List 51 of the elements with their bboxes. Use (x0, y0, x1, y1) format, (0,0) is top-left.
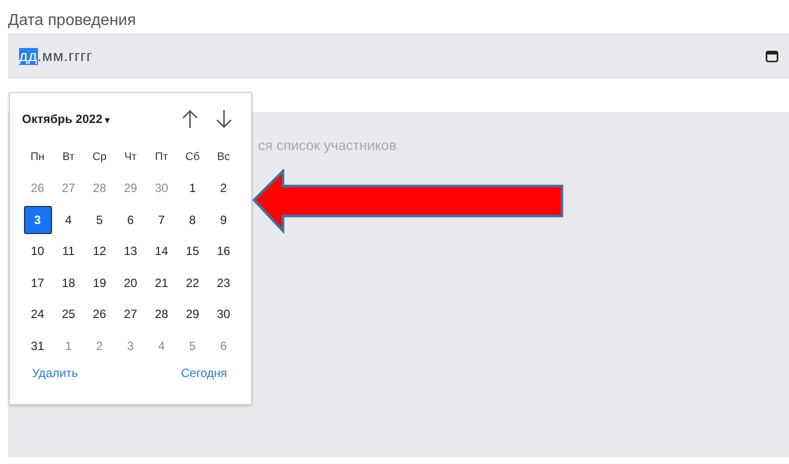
calendar-day[interactable]: 13 (116, 237, 144, 266)
date-segment[interactable]: дд (19, 48, 38, 64)
placeholder-text: ся список участников (258, 137, 396, 153)
down-arrow-icon (215, 109, 233, 129)
calendar-day[interactable]: 7 (148, 206, 176, 234)
link-button[interactable]: Сегодня (181, 366, 227, 380)
weekday-label: Вт (62, 150, 74, 163)
next-month-button[interactable] (215, 109, 233, 129)
calendar-day[interactable]: 27 (116, 300, 144, 328)
calendar-day[interactable]: 21 (148, 268, 176, 297)
calendar-icon (765, 49, 779, 63)
calendar-day[interactable]: 5 (86, 206, 114, 234)
weekday-label: Чт (124, 150, 137, 163)
calendar-day[interactable]: 15 (178, 237, 206, 266)
up-arrow-icon (181, 109, 199, 129)
calendar-day[interactable]: 2 (210, 174, 238, 202)
previous-month-button[interactable] (181, 109, 199, 129)
field-label: Дата проведения (8, 11, 137, 31)
calendar-day[interactable]: 14 (148, 237, 176, 266)
weekday-label: Сб (185, 150, 200, 163)
calendar-day[interactable]: 25 (54, 300, 82, 328)
calendar-day[interactable]: 22 (178, 268, 206, 297)
calendar-day[interactable]: 12 (86, 237, 114, 266)
date-input-field[interactable]: дд.мм.гггг (8, 33, 789, 79)
calendar-day[interactable]: 1 (178, 174, 206, 202)
calendar-day[interactable]: 3 (24, 206, 52, 234)
calendar-day[interactable]: 9 (210, 206, 238, 234)
link-button[interactable]: Удалить (32, 366, 78, 380)
calendar-day[interactable]: 4 (54, 206, 82, 234)
calendar-day[interactable]: 17 (24, 268, 52, 297)
calendar-day[interactable]: 11 (54, 237, 82, 266)
calendar-day[interactable]: 23 (210, 268, 238, 297)
calendar-day[interactable]: 10 (24, 237, 52, 266)
weekday-label: Пн (30, 150, 44, 163)
calendar-day[interactable]: 26 (86, 300, 114, 328)
calendar-day[interactable]: 28 (148, 300, 176, 328)
calendar-day[interactable]: 16 (210, 237, 238, 266)
calendar-day[interactable]: 18 (54, 268, 82, 297)
calendar-day[interactable]: 30 (210, 300, 238, 328)
calendar-day[interactable]: 20 (116, 268, 144, 297)
calendar-day[interactable]: 29 (178, 300, 206, 328)
weekday-label: Пт (155, 150, 168, 163)
calendar-day[interactable]: 31 (24, 332, 52, 360)
calendar-day[interactable]: 8 (178, 206, 206, 234)
weekday-label: Ср (92, 150, 107, 163)
calendar-day[interactable]: 6 (116, 206, 144, 234)
month-selector[interactable]: Октябрь 2022 ▾ (22, 112, 110, 126)
calendar-day[interactable]: 19 (86, 268, 114, 297)
date-segment[interactable]: .мм.гггг (38, 48, 92, 64)
calendar-day[interactable]: 24 (24, 300, 52, 328)
weekday-label: Вс (217, 150, 230, 163)
